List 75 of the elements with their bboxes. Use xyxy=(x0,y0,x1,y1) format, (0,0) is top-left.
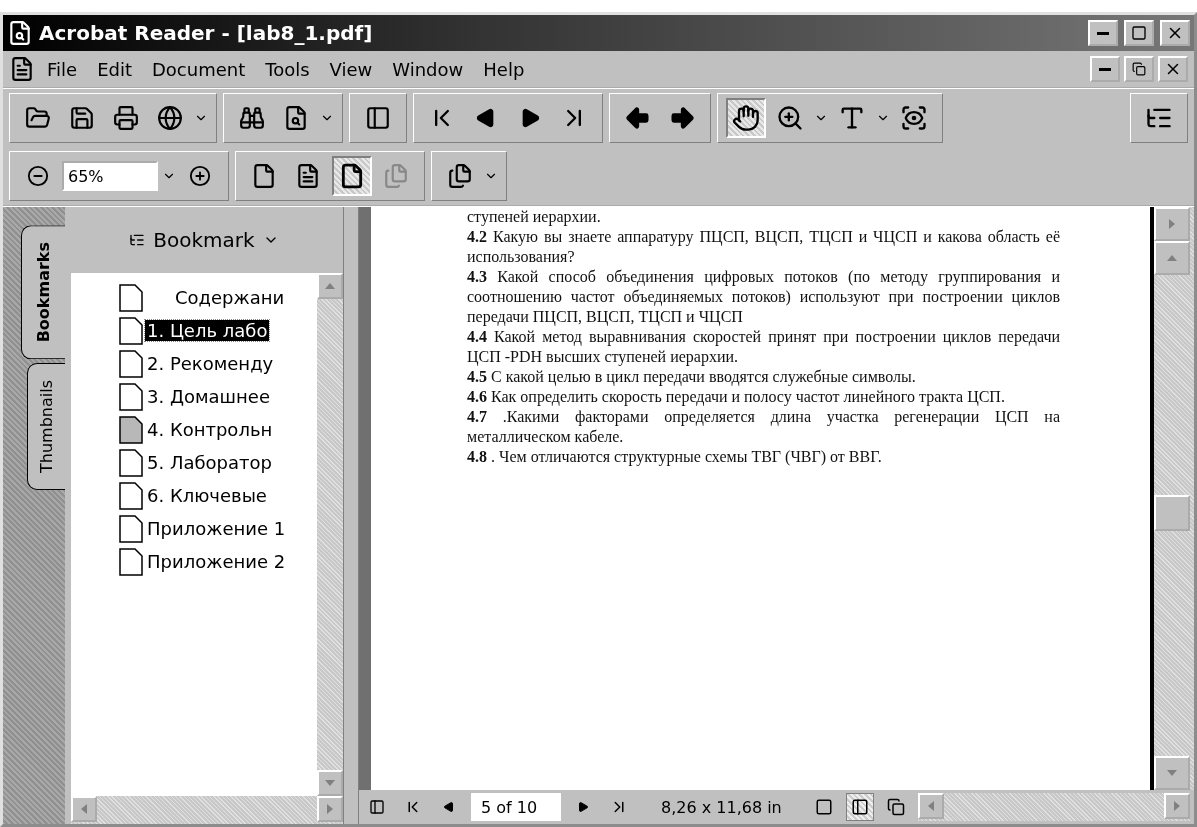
question-text: 4.5 С какой целью в цикл передачи вводятся служебные символы. xyxy=(467,367,917,387)
menu-item[interactable]: Tools xyxy=(257,56,318,82)
facing-pages-icon xyxy=(886,798,905,816)
question-text: 4.8 . Чем отличаются структурные схемы ТВГ (ЧВГ) от ВВГ. xyxy=(467,447,883,467)
question-text: 4.2 Какую вы знаете аппаратуру ПЦСП, ВЦСП, ТЦСП и ЧЦСП и какова область её использования? xyxy=(467,227,1060,267)
print-icon xyxy=(113,105,139,131)
scrollbar[interactable] xyxy=(71,796,343,824)
scrollbar-thumb[interactable] xyxy=(1154,495,1190,531)
maximize-button[interactable] xyxy=(1124,20,1154,46)
bookmark-item[interactable]: 5. Лаборатор xyxy=(71,446,317,479)
menu-item[interactable]: Document xyxy=(144,56,254,82)
zoom-field[interactable]: 65% xyxy=(62,161,158,191)
window-title: Acrobat Reader - [lab8_1.pdf] xyxy=(39,21,374,45)
menu-item[interactable]: View xyxy=(321,56,381,82)
next-page-icon xyxy=(577,801,589,813)
continuous-icon xyxy=(850,798,869,816)
minimize-button[interactable] xyxy=(1088,20,1118,46)
zoom-out-icon xyxy=(27,165,49,187)
page-number-field[interactable]: 5 of 10 xyxy=(471,793,561,821)
graphics-select-icon xyxy=(900,104,928,132)
bookmark-item[interactable]: 1. Цель лабо xyxy=(71,314,317,347)
open-icon xyxy=(25,105,51,131)
menu-item[interactable]: Help xyxy=(475,56,533,82)
question-text: 4.3 Какой способ объединения цифровых потоков (по методу группирования и соотношению частот объединяемых потоков) используют при построении циклов передачи ПЦСП, ВЦСП, ТЦСП и ЧЦСП xyxy=(467,267,1060,327)
search-icon xyxy=(283,105,309,131)
bookmark-item[interactable]: 2. Рекоменду xyxy=(71,347,317,380)
question-text: 4.6 Как определить скорость передачи и полосу частот линейного тракта ЦСП. xyxy=(467,387,1006,407)
find-icon xyxy=(239,105,265,131)
fit-page-icon xyxy=(295,163,321,189)
document-icon xyxy=(9,56,35,82)
fit-width-icon xyxy=(339,163,365,189)
minimize-icon xyxy=(1099,67,1111,71)
navigation-pane-icon xyxy=(365,105,391,131)
question-text: 4.7 .Какими факторами определяется длина участка регенерации ЦСП на металлическом кабеле. xyxy=(467,407,1060,447)
hand-tool-button[interactable] xyxy=(726,98,766,138)
rotate-icon xyxy=(447,163,473,189)
hand-icon xyxy=(732,104,760,132)
side-tab[interactable]: Bookmarks xyxy=(21,225,65,360)
reflow-icon xyxy=(383,163,409,189)
question-text: ступеней иерархии. xyxy=(467,207,602,227)
scrollbar[interactable] xyxy=(1154,207,1194,790)
bookmark-item[interactable]: 4. Контрольн xyxy=(71,413,317,446)
restore-icon xyxy=(1132,62,1146,76)
maximize-icon xyxy=(1131,25,1147,41)
menu-item[interactable]: Window xyxy=(384,56,472,82)
back-icon xyxy=(624,104,652,132)
bookmark-item[interactable]: 6. Ключевые xyxy=(71,479,317,512)
minimize-icon xyxy=(1097,31,1109,35)
zoom-in-icon xyxy=(776,104,804,132)
bookmark-item[interactable]: 3. Домашнее xyxy=(71,380,317,413)
bookmark-item[interactable]: Содержани xyxy=(71,281,317,314)
close-button[interactable] xyxy=(1158,56,1188,82)
bookmark-item[interactable]: Приложение 2 xyxy=(71,545,317,578)
web-icon xyxy=(157,105,183,131)
side-tab[interactable]: Thumbnails xyxy=(27,363,65,491)
page-icon xyxy=(251,163,277,189)
restore-button[interactable] xyxy=(1124,56,1154,82)
menu-item[interactable]: Edit xyxy=(89,56,140,82)
bookmark-menu[interactable]: Bookmark xyxy=(123,227,285,253)
page-layout-button[interactable] xyxy=(845,793,874,821)
page-view-button[interactable] xyxy=(332,156,372,196)
page-size-text: 8,26 x 11,68 in xyxy=(660,797,783,817)
scrollbar[interactable] xyxy=(317,273,343,796)
menu-item[interactable]: File xyxy=(39,56,86,82)
question-text: 4.4 Какой метод выравнивания скоростей принят при построении циклов передачи ЦСП -PDH высших ступеней иерархии. xyxy=(467,327,1060,367)
zoom-in-icon xyxy=(189,165,211,187)
split-icon xyxy=(369,799,385,815)
bookmark-item[interactable]: Приложение 1 xyxy=(71,512,317,545)
minimize-button[interactable] xyxy=(1090,56,1120,82)
scrollbar[interactable] xyxy=(917,793,1190,821)
previous-page-icon xyxy=(443,801,455,813)
app-icon xyxy=(7,20,33,46)
close-button[interactable] xyxy=(1160,20,1190,46)
save-icon xyxy=(69,105,95,131)
single-page-icon xyxy=(814,798,833,816)
